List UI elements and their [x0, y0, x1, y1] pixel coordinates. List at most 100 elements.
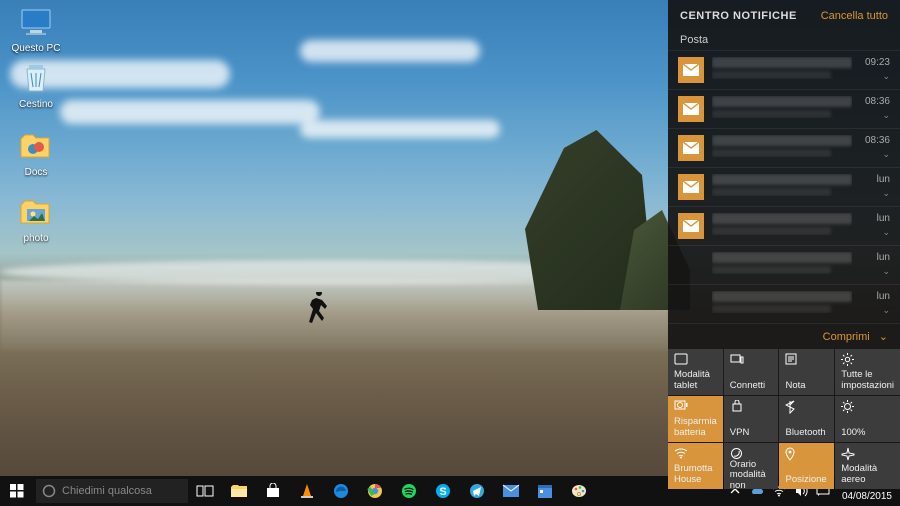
desktop-icon-label: Docs	[6, 167, 66, 178]
desktop-wallpaper: Questo PC Cestino Docs photo CENTRO NOTI…	[0, 0, 900, 506]
quick-action-bluetooth[interactable]: Bluetooth	[779, 396, 834, 442]
mail-icon	[678, 57, 704, 83]
search-placeholder: Chiedimi qualcosa	[62, 485, 152, 497]
taskbar-app-vlc[interactable]	[290, 476, 324, 506]
quick-action-vpn[interactable]: VPN	[724, 396, 779, 442]
quick-action-tiles: Modalità tablet Connetti Nota Tutte le impo…	[668, 349, 900, 489]
cloud	[60, 100, 320, 124]
notification-body	[712, 213, 852, 235]
tile-label: Posizione	[785, 475, 828, 485]
chevron-down-icon: ⌄	[860, 266, 890, 277]
notification-item[interactable]: lun⌄	[668, 285, 900, 324]
taskbar-pinned-apps: S	[188, 476, 596, 506]
tile-label: Risparmia batteria	[674, 417, 717, 438]
tablet-icon	[674, 353, 717, 367]
notification-item[interactable]: lun⌄	[668, 246, 900, 285]
settings-icon	[841, 353, 894, 367]
tile-label: Modalità tablet	[674, 370, 717, 391]
mail-icon	[678, 135, 704, 161]
quick-action-airplane[interactable]: Modalità aereo	[835, 443, 900, 489]
taskbar-app-skype[interactable]: S	[426, 476, 460, 506]
cloud	[300, 40, 480, 62]
chevron-down-icon: ⌄	[860, 305, 890, 316]
brightness-icon	[841, 400, 894, 414]
quick-action-brightness[interactable]: 100%	[835, 396, 900, 442]
notification-time: 09:23⌄	[860, 57, 890, 82]
taskbar-app-calendar[interactable]	[528, 476, 562, 506]
quick-action-settings[interactable]: Tutte le impostazioni	[835, 349, 900, 395]
quick-action-quiet[interactable]: Orario modalità non	[724, 443, 779, 489]
mail-icon	[678, 291, 704, 317]
location-icon	[785, 447, 828, 461]
notification-item[interactable]: 08:36⌄	[668, 129, 900, 168]
taskbar-app-telegram[interactable]	[460, 476, 494, 506]
notification-item[interactable]: lun⌄	[668, 207, 900, 246]
desktop-icon-recycle-bin[interactable]: Cestino	[6, 62, 66, 110]
connect-icon	[730, 353, 773, 367]
taskbar-app-mail[interactable]	[494, 476, 528, 506]
notification-body	[712, 291, 852, 313]
recycle-bin-icon	[19, 62, 53, 96]
collapse-button[interactable]: Comprimi ⌄	[668, 324, 900, 349]
tile-label: Orario modalità non	[730, 460, 773, 491]
quick-action-connect[interactable]: Connetti	[724, 349, 779, 395]
clear-all-button[interactable]: Cancella tutto	[821, 10, 888, 22]
taskbar-app-task-view[interactable]	[188, 476, 222, 506]
taskbar-app-file-explorer[interactable]	[222, 476, 256, 506]
tile-label: Nota	[785, 381, 828, 391]
mail-icon	[678, 213, 704, 239]
search-input[interactable]: Chiedimi qualcosa	[36, 479, 188, 503]
notification-item[interactable]: lun⌄	[668, 168, 900, 207]
notification-list: 09:23⌄ 08:36⌄ 08:36⌄ lun⌄ lun⌄ lun⌄ lun⌄	[668, 51, 900, 324]
runner-silhouette	[305, 292, 335, 334]
action-center-title: CENTRO NOTIFICHE	[680, 10, 797, 22]
bluetooth-icon	[785, 400, 828, 414]
taskbar-app-store[interactable]	[256, 476, 290, 506]
notification-group-header[interactable]: Posta	[668, 28, 900, 51]
taskbar-app-chrome[interactable]	[358, 476, 392, 506]
notification-body	[712, 96, 852, 118]
desktop-icon-this-pc[interactable]: Questo PC	[6, 6, 66, 54]
desktop-icon-photo[interactable]: photo	[6, 196, 66, 244]
notification-item[interactable]: 09:23⌄	[668, 51, 900, 90]
note-icon	[785, 353, 828, 367]
vpn-icon	[730, 400, 773, 414]
battery-icon	[674, 400, 717, 414]
desktop-icon-docs[interactable]: Docs	[6, 130, 66, 178]
notification-body	[712, 57, 852, 79]
quick-action-tablet[interactable]: Modalità tablet	[668, 349, 723, 395]
wifi-icon	[674, 447, 717, 461]
quick-action-location[interactable]: Posizione	[779, 443, 834, 489]
chevron-down-icon: ⌄	[860, 227, 890, 238]
folder-icon	[19, 130, 53, 164]
notification-time: 08:36⌄	[860, 96, 890, 121]
tile-label: Bluetooth	[785, 428, 828, 438]
taskbar-app-paint[interactable]	[562, 476, 596, 506]
chevron-down-icon: ⌄	[879, 331, 888, 343]
chevron-down-icon: ⌄	[860, 110, 890, 121]
notification-item[interactable]: 08:36⌄	[668, 90, 900, 129]
quick-action-battery[interactable]: Risparmia batteria	[668, 396, 723, 442]
notification-body	[712, 174, 852, 196]
quick-action-note[interactable]: Nota	[779, 349, 834, 395]
tile-label: 100%	[841, 428, 894, 438]
quick-action-wifi[interactable]: Brumotta House	[668, 443, 723, 489]
notification-time: lun⌄	[860, 213, 890, 238]
cloud	[300, 120, 500, 138]
chevron-down-icon: ⌄	[860, 71, 890, 82]
notification-body	[712, 252, 852, 274]
notification-time: lun⌄	[860, 252, 890, 277]
taskbar-app-spotify[interactable]	[392, 476, 426, 506]
tile-label: Brumotta House	[674, 464, 717, 485]
desktop-icon-label: photo	[6, 233, 66, 244]
chevron-down-icon: ⌄	[860, 188, 890, 199]
folder-icon	[19, 196, 53, 230]
taskbar-app-edge[interactable]	[324, 476, 358, 506]
mail-icon	[678, 174, 704, 200]
mail-icon	[678, 96, 704, 122]
notification-time: lun⌄	[860, 291, 890, 316]
desktop-icon-label: Cestino	[6, 99, 66, 110]
airplane-icon	[841, 447, 894, 461]
chevron-down-icon: ⌄	[860, 149, 890, 160]
start-button[interactable]	[0, 476, 34, 506]
